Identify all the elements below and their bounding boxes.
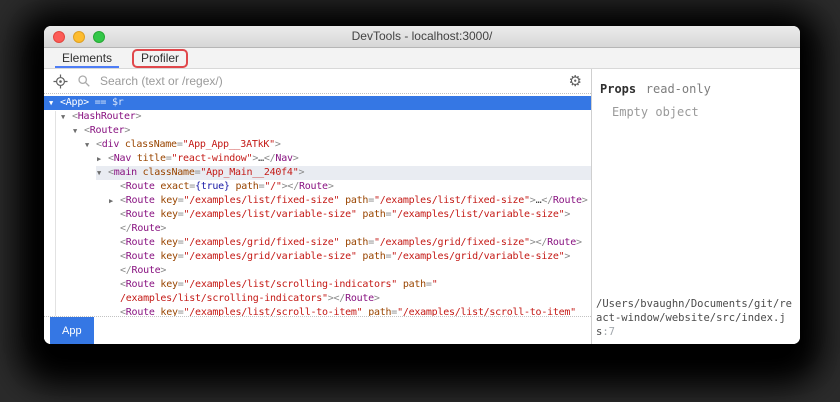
arrow-spacer [108,222,120,236]
source-line-number: 7 [609,326,615,338]
tree-row[interactable]: <Route key="/examples/list/scroll-to-ite… [44,306,591,316]
search-input[interactable] [100,74,560,88]
devtools-window: DevTools - localhost:3000/ Elements Prof… [44,26,800,344]
arrow-spacer [108,292,120,306]
devtools-body: ⚙ ▼<App> == $r▼<HashRouter>▼<Router>▼<di… [44,69,800,344]
arrow-spacer [108,208,120,222]
props-readonly-badge: read-only [646,82,711,96]
props-title: Props [600,82,636,96]
zoom-button[interactable] [93,31,105,43]
tree-row[interactable]: <Route key="/examples/grid/fixed-size" p… [44,236,591,250]
element-row-code: </Route> [120,222,591,236]
element-row-code: <Route key="/examples/list/scroll-to-ite… [120,306,591,316]
search-icon [77,74,91,88]
chevron-down-icon[interactable]: ▼ [60,110,72,124]
arrow-spacer [108,180,120,194]
source-location[interactable]: /Users/bvaughn/Documents/git/react-windo… [592,297,800,344]
tree-row[interactable]: ▼<div className="App_App__3ATkK"> [44,138,591,152]
tab-profiler[interactable]: Profiler [122,48,198,68]
devtools-tab-bar: Elements Profiler [44,48,800,69]
element-tree[interactable]: ▼<App> == $r▼<HashRouter>▼<Router>▼<div … [44,94,591,316]
arrow-spacer [108,306,120,316]
arrow-spacer [108,250,120,264]
element-row-code: <App> == $r [60,96,591,110]
chevron-right-icon[interactable]: ▶ [108,194,120,208]
settings-gear-icon[interactable]: ⚙ [569,74,582,89]
tree-row[interactable]: </Route> [44,222,591,236]
element-row-code: <Route key="/examples/list/fixed-size" p… [120,194,591,208]
element-row-code: </Route> [120,264,591,278]
tree-row[interactable]: ▼<main className="App_Main__240f4"> [44,166,591,180]
props-header: Props read-only [600,78,792,97]
element-row-code: <Route key="/examples/list/scrolling-ind… [120,278,591,292]
tree-row[interactable]: ▶<Route key="/examples/list/fixed-size" … [44,194,591,208]
inspect-element-icon[interactable] [53,74,68,89]
tree-row[interactable]: ▶<Nav title="react-window">…</Nav> [44,152,591,166]
traffic-lights [53,31,105,43]
tree-row[interactable]: <Route key="/examples/grid/variable-size… [44,250,591,264]
props-section: Props read-only Empty object [592,69,800,297]
elements-panel: ⚙ ▼<App> == $r▼<HashRouter>▼<Router>▼<di… [44,69,592,344]
element-row-code: <Nav title="react-window">…</Nav> [108,152,591,166]
props-panel: Props read-only Empty object /Users/bvau… [592,69,800,344]
close-button[interactable] [53,31,65,43]
tree-row[interactable]: <Route key="/examples/list/variable-size… [44,208,591,222]
element-row-code: <Route exact={true} path="/"></Route> [120,180,591,194]
element-row-code: <main className="App_Main__240f4"> [108,166,591,180]
arrow-spacer [108,236,120,250]
breadcrumb-app[interactable]: App [50,317,94,344]
element-row-code: <Route key="/examples/grid/fixed-size" p… [120,236,591,250]
arrow-spacer [108,278,120,292]
title-bar[interactable]: DevTools - localhost:3000/ [44,26,800,48]
tree-row[interactable]: <Route exact={true} path="/"></Route> [44,180,591,194]
search-toolbar: ⚙ [44,69,591,94]
tree-row[interactable]: <Route key="/examples/list/scrolling-ind… [44,278,591,292]
tab-elements[interactable]: Elements [52,48,122,68]
chevron-down-icon[interactable]: ▼ [72,124,84,138]
minimize-button[interactable] [73,31,85,43]
element-row-code: <HashRouter> [72,110,591,124]
tab-profiler-label: Profiler [141,51,179,65]
tree-row[interactable]: ▼<Router> [44,124,591,138]
breadcrumb-bar: App [44,316,591,344]
element-row-code: /examples/list/scrolling-indicators"></R… [120,292,591,306]
arrow-spacer [108,264,120,278]
tab-elements-label: Elements [62,51,112,65]
tree-row[interactable]: /examples/list/scrolling-indicators"></R… [44,292,591,306]
chevron-down-icon[interactable]: ▼ [84,138,96,152]
chevron-down-icon[interactable]: ▼ [96,166,108,180]
element-row-code: <Router> [84,124,591,138]
element-row-code: <Route key="/examples/list/variable-size… [120,208,591,222]
tree-row[interactable]: ▼<App> == $r [44,96,591,110]
element-row-code: <Route key="/examples/grid/variable-size… [120,250,591,264]
chevron-right-icon[interactable]: ▶ [96,152,108,166]
source-path: /Users/bvaughn/Documents/git/react-windo… [596,298,792,338]
tree-row[interactable]: ▼<HashRouter> [44,110,591,124]
red-annotation-box: Profiler [132,49,188,68]
element-row-code: <div className="App_App__3ATkK"> [96,138,591,152]
chevron-down-icon[interactable]: ▼ [48,96,60,110]
window-title: DevTools - localhost:3000/ [44,26,800,47]
tree-row[interactable]: </Route> [44,264,591,278]
props-empty-value: Empty object [600,105,792,119]
